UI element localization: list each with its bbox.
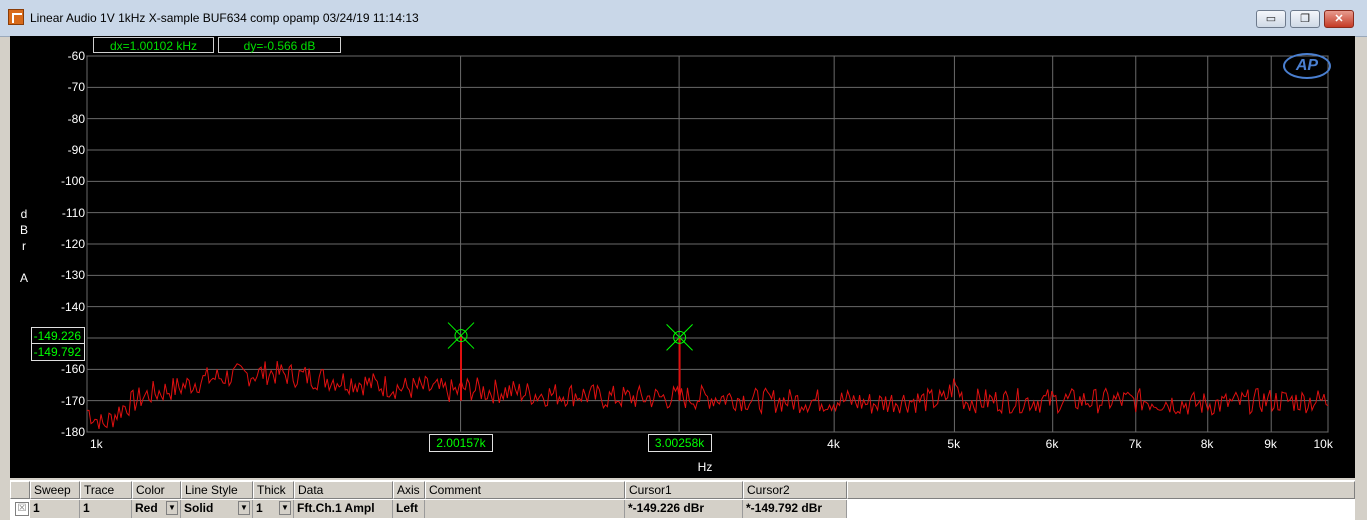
cell-cursor1: *-149.226 dBr (625, 500, 743, 518)
header-line-style[interactable]: Line Style (181, 481, 253, 499)
title-bar: Linear Audio 1V 1kHz X-sample BUF634 com… (0, 0, 1367, 37)
line-style-dropdown-icon[interactable]: ▼ (238, 501, 250, 515)
chart-svg (86, 55, 1329, 433)
trace-noise (86, 361, 1329, 430)
y-tick-label: -100 (60, 174, 85, 189)
y-tick-label: -60 (67, 49, 85, 63)
y-tick-label: -70 (67, 80, 85, 95)
cell-color[interactable]: Red ▼ (132, 500, 181, 518)
header-data[interactable]: Data (294, 481, 393, 499)
dx-readout: dx=1.00102 kHz (93, 37, 214, 53)
y-tick-label: -160 (60, 362, 85, 377)
header-sweep[interactable]: Sweep (30, 481, 80, 499)
x-tick-label: 10k (1313, 437, 1333, 451)
y-tick-label: -120 (60, 237, 85, 251)
header-comment[interactable]: Comment (425, 481, 625, 499)
y-tick-label: -140 (60, 299, 85, 314)
y-axis-letter: B (19, 223, 28, 237)
cursor2-x-label[interactable]: 3.00258k (647, 434, 712, 452)
window-title: Linear Audio 1V 1kHz X-sample BUF634 com… (30, 11, 419, 25)
x-tick-label: 1k (90, 437, 103, 451)
ap-logo: AP (1283, 53, 1331, 79)
cell-sweep[interactable]: 1 (30, 500, 80, 518)
y-tick-label: -170 (60, 393, 85, 408)
fft-plot[interactable]: dx=1.00102 kHz dy=-0.566 dB AP -60 -70 -80… (10, 36, 1355, 478)
restore-button[interactable]: ❐ (1290, 10, 1320, 28)
cell-trace[interactable]: 1 (80, 500, 132, 518)
header-cursor1[interactable]: Cursor1 (625, 481, 743, 499)
y-axis-title: d B r A (18, 206, 30, 286)
cell-thick[interactable]: 1 ▼ (253, 500, 294, 518)
x-tick-label: 4k (827, 437, 840, 451)
y-axis-letter: r (22, 239, 26, 253)
y-axis-letter: d (20, 207, 28, 221)
row-filler (847, 500, 1355, 518)
close-button[interactable]: ✕ (1324, 10, 1354, 28)
cell-comment[interactable] (425, 500, 625, 518)
x-tick-label: 7k (1128, 437, 1142, 451)
thick-dropdown-icon[interactable]: ▼ (279, 501, 291, 515)
y-tick-label: -180 (60, 425, 85, 439)
cursor1-x-label[interactable]: 2.00157k (429, 434, 493, 452)
header-cursor2[interactable]: Cursor2 (743, 481, 847, 499)
header-trace[interactable]: Trace (80, 481, 132, 499)
cell-color-value: Red (135, 501, 158, 515)
cell-line-style-value: Solid (184, 501, 214, 515)
cursor1-y-label[interactable]: -149.226 (31, 326, 85, 345)
x-tick-label: 6k (1045, 437, 1059, 451)
y-tick-label: -110 (61, 205, 85, 220)
dy-readout: dy=-0.566 dB (218, 37, 341, 53)
x-tick-label: 5k (947, 437, 961, 451)
app-icon (8, 9, 24, 25)
color-dropdown-icon[interactable]: ▼ (166, 501, 178, 515)
cell-axis[interactable]: Left (393, 500, 425, 518)
header-thick[interactable]: Thick (253, 481, 294, 499)
header-color[interactable]: Color (132, 481, 181, 499)
table-corner (10, 481, 30, 499)
cell-line-style[interactable]: Solid ▼ (181, 500, 253, 518)
y-axis-letter (18, 254, 30, 270)
y-axis-letter: A (19, 271, 28, 285)
x-tick-label: 9k (1264, 437, 1277, 451)
x-axis-title: Hz (697, 460, 713, 474)
cursor2-y-label[interactable]: -149.792 (31, 343, 85, 362)
header-filler (847, 481, 1355, 499)
trace-legend-table: Sweep Trace Color Line Style Thick Data … (10, 480, 1355, 520)
cell-cursor2: *-149.792 dBr (743, 500, 847, 518)
header-axis[interactable]: Axis (393, 481, 425, 499)
x-tick-label: 8k (1200, 437, 1214, 451)
trace-enable-checkbox[interactable]: ☒ (15, 502, 29, 516)
minimize-button[interactable]: ▭ (1256, 10, 1286, 28)
y-tick-label: -90 (67, 143, 85, 157)
cell-thick-value: 1 (256, 501, 263, 515)
y-tick-label: -130 (60, 268, 85, 283)
cell-data[interactable]: Fft.Ch.1 Ampl (294, 500, 393, 518)
y-tick-label: -80 (67, 111, 85, 126)
